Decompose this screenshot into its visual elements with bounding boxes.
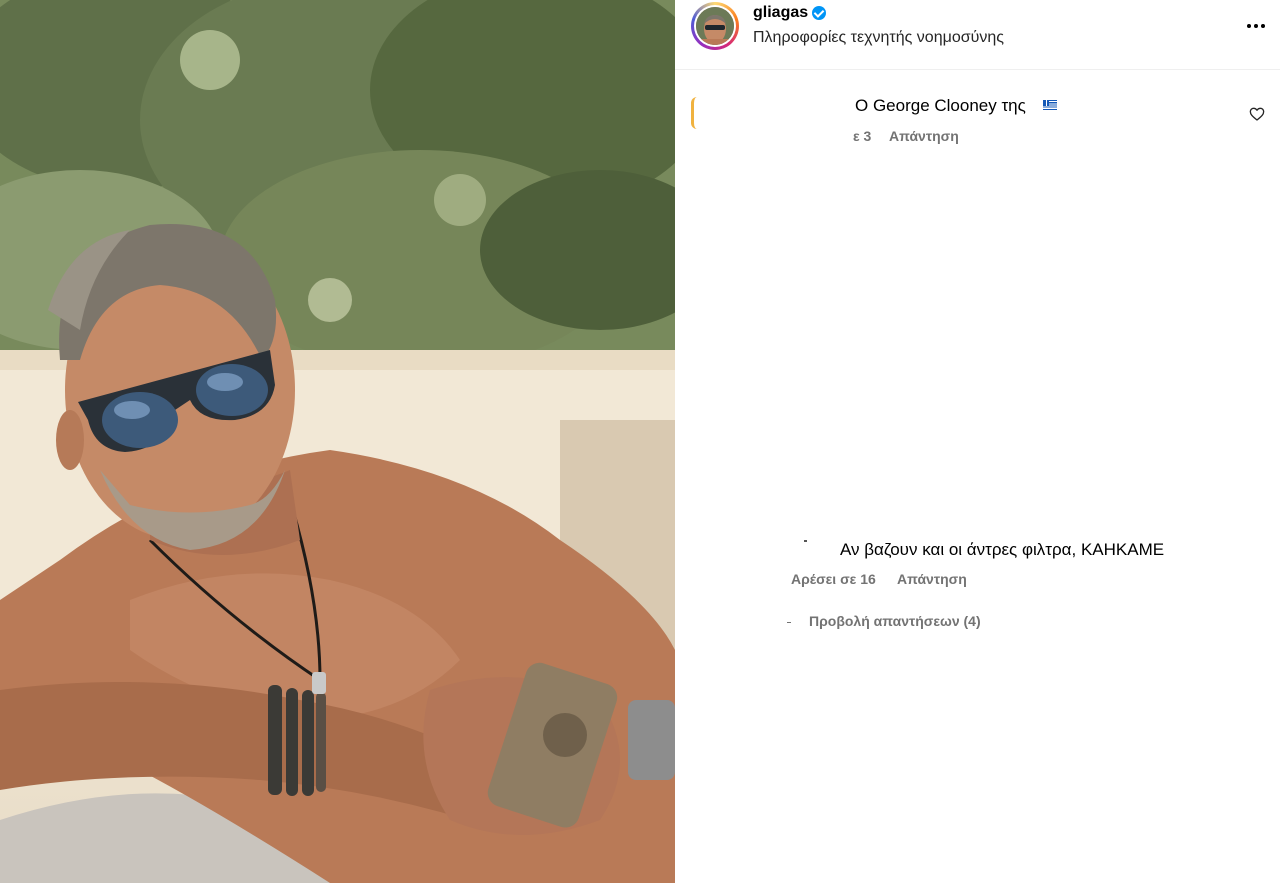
heart-outline-icon[interactable] <box>1249 106 1265 122</box>
commenter-avatar-fragment[interactable] <box>804 540 807 542</box>
reply-button[interactable]: Απάντηση <box>897 571 967 587</box>
greek-flag-icon <box>1043 100 1057 110</box>
more-options-button[interactable] <box>1244 14 1268 38</box>
replies-divider-line <box>787 622 791 623</box>
author-username[interactable]: gliagas <box>753 4 808 22</box>
post-photo-illustration <box>0 0 675 883</box>
more-horizontal-icon <box>1247 24 1251 28</box>
reply-button[interactable]: Απάντηση <box>889 128 959 144</box>
post-header: gliagas Πληροφορίες τεχνητής νοημοσύνης <box>675 0 1280 70</box>
view-replies-button[interactable]: Προβολή απαντήσεων (4) <box>809 613 981 629</box>
commenter-avatar-fragment[interactable] <box>691 97 697 129</box>
comment-text: Αν βαζουν και οι άντρες φιλτρα, ΚΑΗΚΑΜΕ <box>840 540 1165 559</box>
author-subtitle[interactable]: Πληροφορίες τεχνητής νοημοσύνης <box>753 29 1004 47</box>
author-avatar-image <box>696 7 734 45</box>
avatar-portrait-icon <box>696 7 734 45</box>
comment-text: Ο George Clooney της <box>855 96 1026 115</box>
author-username-row: gliagas <box>753 4 827 22</box>
comment-likes-count[interactable]: Αρέσει σε 16 <box>791 571 876 587</box>
author-avatar[interactable] <box>691 2 739 50</box>
post-photo[interactable] <box>0 0 675 883</box>
verified-badge-icon <box>812 6 827 20</box>
post-details-panel: gliagas Πληροφορίες τεχνητής νοημοσύνης … <box>675 0 1280 883</box>
comment-meta-fragment: ε 3 <box>853 128 872 144</box>
